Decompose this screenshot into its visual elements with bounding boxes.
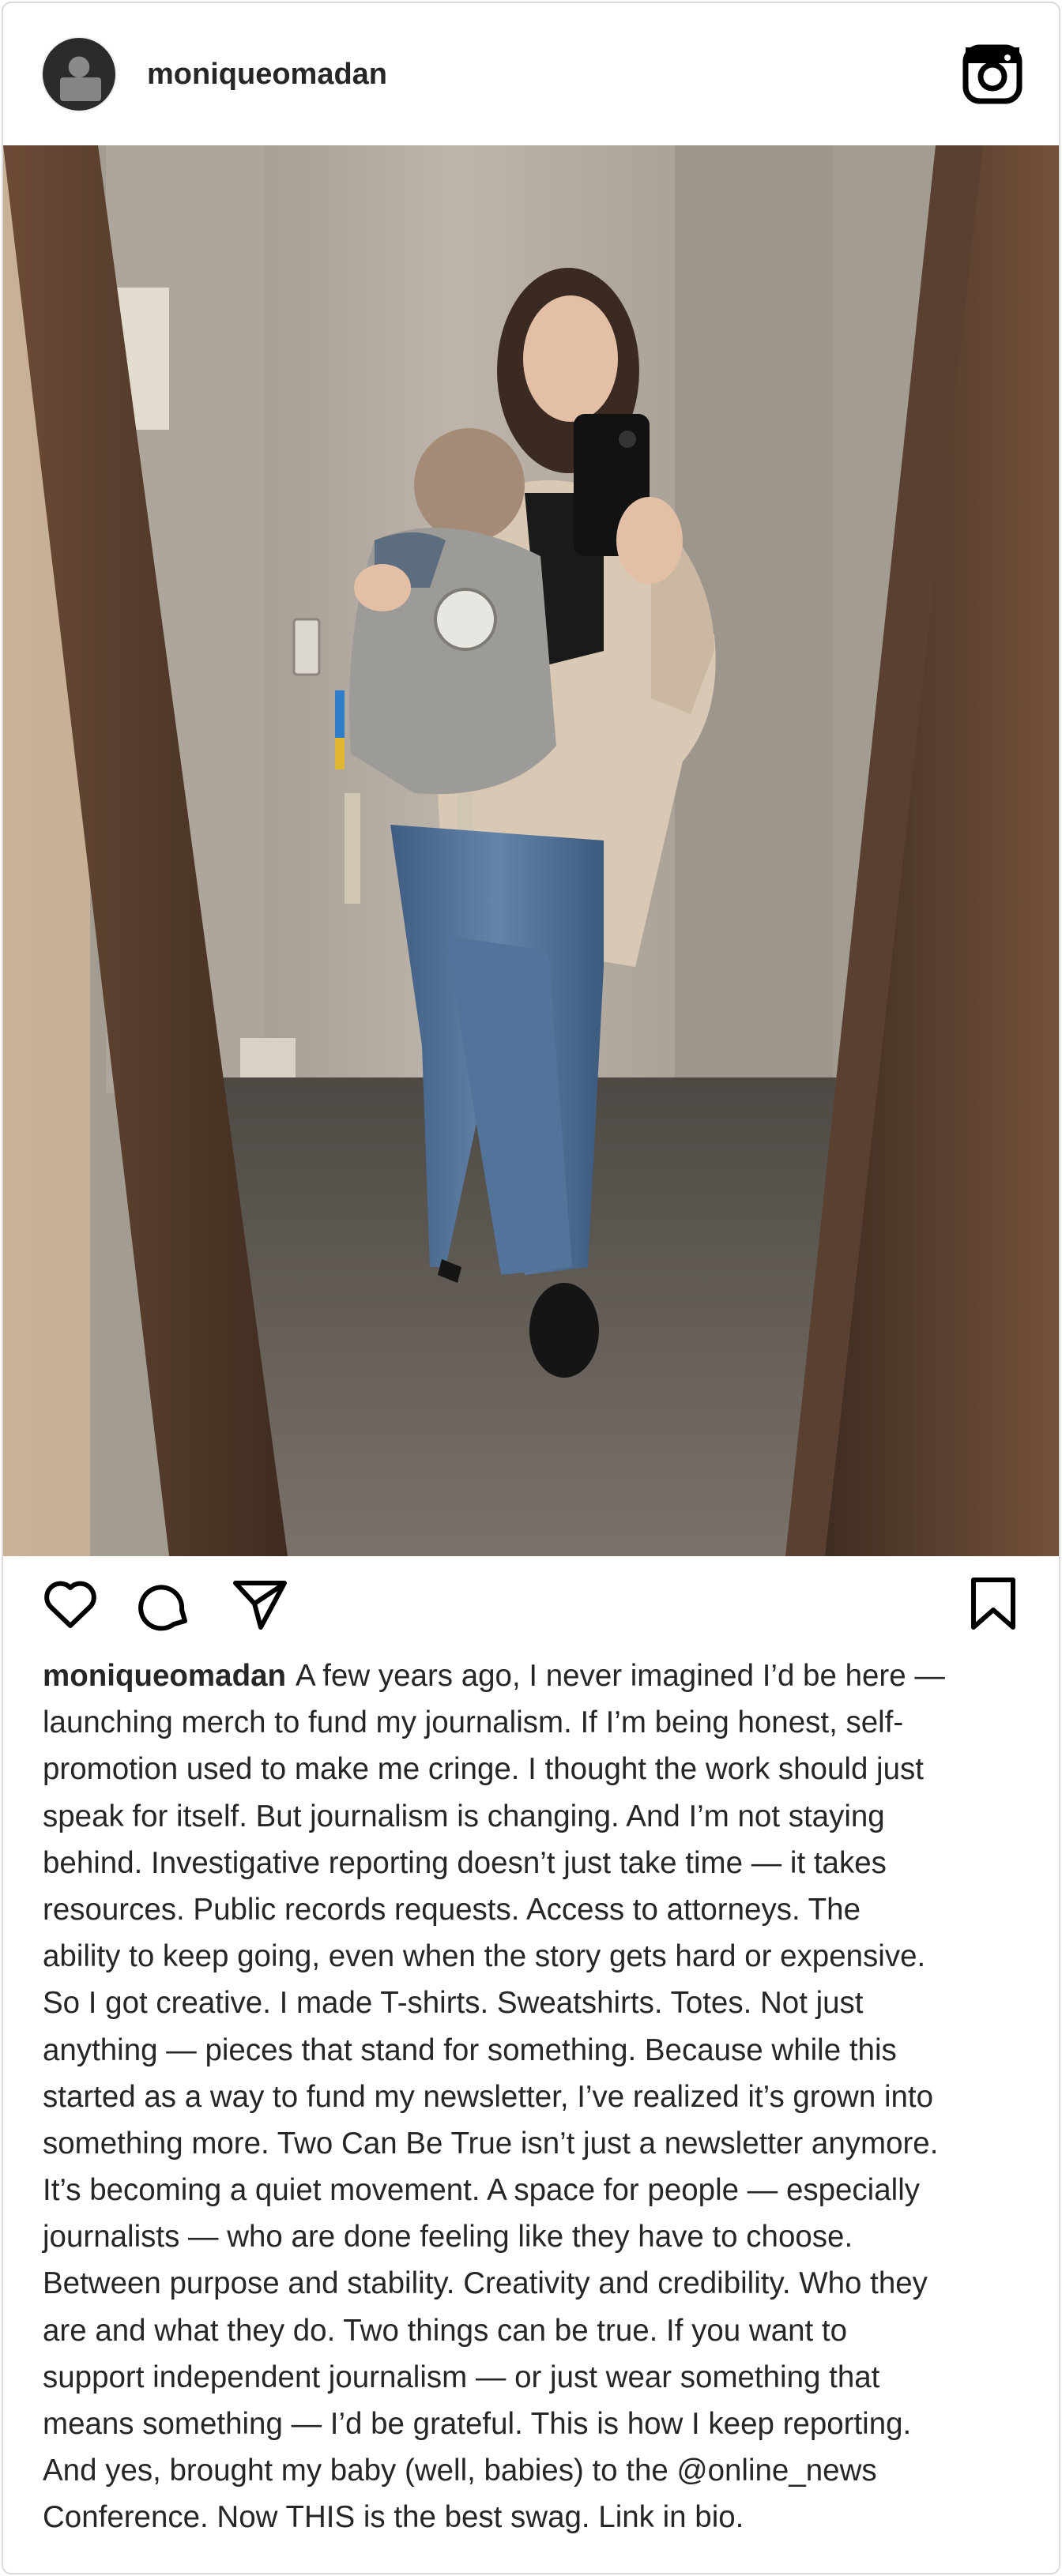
caption-line: ability to keep going, even when the sto… — [43, 1939, 926, 1974]
caption-line: And yes, brought my baby (well, babies) … — [43, 2454, 877, 2488]
caption-line: support independent journalism — or just… — [43, 2360, 880, 2394]
caption-line: promotion used to make me cringe. I thou… — [43, 1752, 924, 1787]
caption-line: moniqueomadan A few years ago, I never im… — [43, 1659, 945, 1693]
caption-line: something more. Two Can Be True isn’t ju… — [43, 2126, 939, 2160]
caption-line: So I got creative. I made T-shirts. Swea… — [43, 1986, 864, 2021]
caption-line: Between purpose and stability. Creativit… — [43, 2266, 928, 2301]
comment-bubble-icon[interactable] — [136, 1575, 194, 1634]
header-username[interactable]: moniqueomadan — [147, 54, 387, 95]
caption-line: journalists — who are done feeling like … — [43, 2220, 853, 2254]
instagram-icon[interactable] — [962, 44, 1022, 104]
caption-line: means something — I’d be grateful. This … — [43, 2407, 912, 2441]
post-header: moniqueomadan — [3, 3, 1059, 145]
post-caption: moniqueomadan A few years ago, I never im… — [43, 1653, 1030, 2541]
caption-line: It’s becoming a quiet movement. A space … — [43, 2173, 920, 2208]
caption-line: are and what they do. Two things can be … — [43, 2313, 848, 2348]
paper-plane-icon[interactable] — [231, 1575, 289, 1634]
caption-line: behind. Investigative reporting doesn’t … — [43, 1845, 887, 1880]
caption-username[interactable]: moniqueomadan — [43, 1659, 286, 1693]
caption-line: speak for itself. But journalism is chan… — [43, 1799, 885, 1833]
profile-avatar[interactable] — [41, 36, 117, 112]
bookmark-icon[interactable] — [964, 1575, 1022, 1634]
caption-line: resources. Public records requests. Acce… — [43, 1892, 861, 1927]
caption-line: anything — pieces that stand for somethi… — [43, 2033, 897, 2067]
caption-line: launching merch to fund my journalism. I… — [43, 1705, 904, 1740]
action-bar — [3, 1575, 1059, 1646]
heart-icon[interactable] — [41, 1575, 100, 1634]
caption-line: started as a way to fund my newsletter, … — [43, 2079, 934, 2114]
post-photo[interactable] — [3, 145, 1060, 1556]
instagram-post-card: moniqueomadan moniqueomadan A few years … — [2, 2, 1060, 2574]
caption-line: Conference. Now THIS is the best swag. L… — [43, 2500, 744, 2535]
